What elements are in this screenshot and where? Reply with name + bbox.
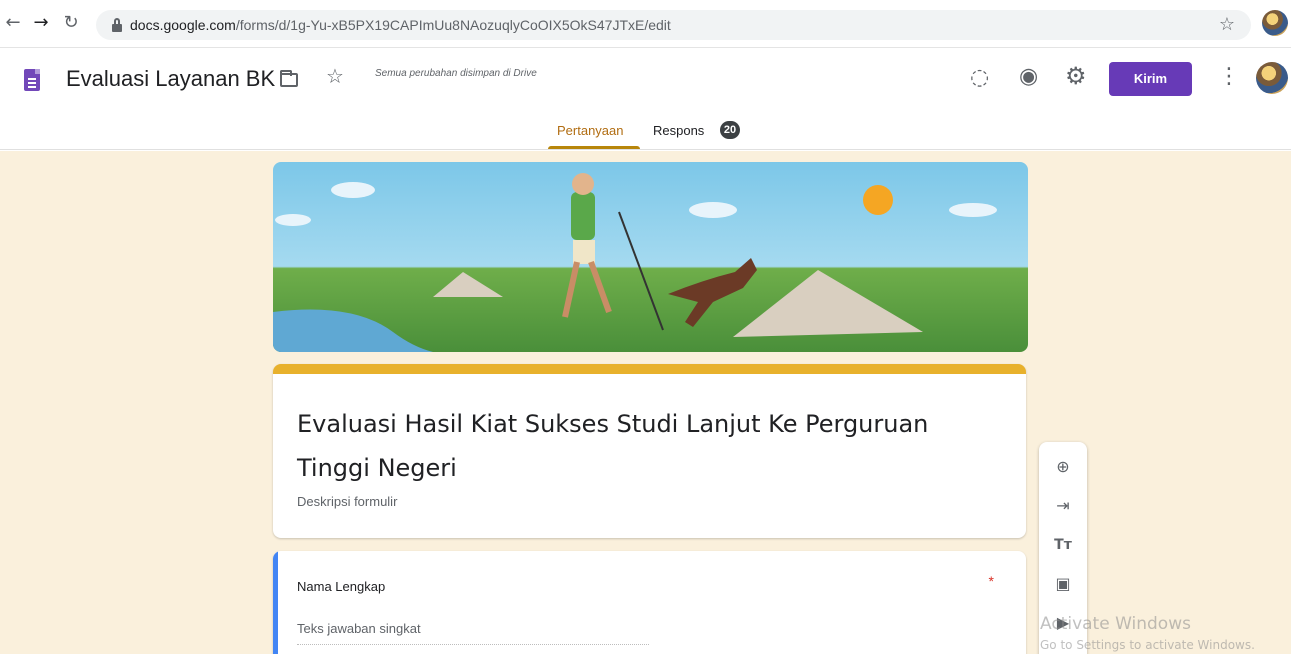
tab-responses[interactable]: Respons — [653, 123, 704, 138]
add-question-icon[interactable]: ⊕ — [1051, 455, 1075, 479]
account-avatar[interactable] — [1256, 62, 1288, 94]
responses-count-badge: 20 — [720, 121, 740, 139]
cloud-shape — [949, 203, 997, 217]
banner-illustration — [273, 173, 997, 352]
forms-header: Evaluasi Layanan BK ☆ Semua perubahan di… — [0, 48, 1291, 150]
folder-icon[interactable] — [280, 70, 298, 87]
browser-profile-avatar[interactable] — [1262, 10, 1288, 36]
forms-logo-icon[interactable] — [24, 69, 40, 91]
browser-toolbar: ← → ↻ docs.google.com/forms/d/1g-Yu-xB5P… — [0, 0, 1291, 48]
mountain-shape — [433, 272, 503, 297]
forward-icon[interactable]: → — [30, 12, 52, 34]
active-tab-indicator — [548, 146, 640, 149]
lock-icon — [112, 18, 122, 32]
import-questions-icon[interactable]: ⇥ — [1051, 494, 1075, 518]
add-image-icon[interactable]: ▣ — [1051, 572, 1075, 596]
short-answer-placeholder: Teks jawaban singkat — [297, 621, 649, 645]
mountain-shape — [733, 270, 923, 337]
reload-icon[interactable]: ↻ — [60, 12, 82, 34]
form-canvas: Evaluasi Hasil Kiat Sukses Studi Lanjut … — [0, 151, 1291, 654]
url-path: /forms/d/1g-Yu-xB5PX19CAPImUu8NAozuqlyCo… — [235, 17, 671, 33]
hiker-leg — [562, 261, 580, 318]
address-bar[interactable]: docs.google.com/forms/d/1g-Yu-xB5PX19CAP… — [96, 10, 1251, 40]
cloud-shape — [275, 214, 311, 226]
star-icon[interactable]: ☆ — [326, 64, 344, 88]
watermark-line-1: Activate Windows — [1040, 614, 1191, 634]
cloud-shape — [331, 182, 375, 198]
document-title[interactable]: Evaluasi Layanan BK — [66, 66, 275, 92]
windows-activation-watermark: Activate Windows Go to Settings to activ… — [1040, 614, 1255, 652]
required-asterisk: * — [988, 573, 994, 589]
form-title-card[interactable]: Evaluasi Hasil Kiat Sukses Studi Lanjut … — [273, 364, 1026, 538]
sun-shape — [863, 185, 893, 215]
header-banner-image — [273, 162, 1028, 352]
tab-questions[interactable]: Pertanyaan — [557, 123, 624, 138]
hiker-shorts — [573, 240, 595, 264]
send-button[interactable]: Kirim — [1109, 62, 1192, 96]
watermark-line-2: Go to Settings to activate Windows. — [1040, 638, 1255, 652]
question-title[interactable]: Nama Lengkap — [297, 579, 385, 594]
walking-stick — [618, 211, 664, 331]
url-text[interactable]: docs.google.com/forms/d/1g-Yu-xB5PX19CAP… — [130, 17, 671, 33]
settings-icon[interactable]: ⚙ — [1065, 62, 1087, 90]
url-host: docs.google.com — [130, 17, 236, 33]
form-title[interactable]: Evaluasi Hasil Kiat Sukses Studi Lanjut … — [297, 402, 997, 490]
question-card[interactable]: Nama Lengkap * Teks jawaban singkat — [273, 551, 1026, 654]
hiker-leg — [588, 260, 612, 314]
bookmark-star-icon[interactable]: ☆ — [1219, 14, 1235, 35]
save-status: Semua perubahan disimpan di Drive — [375, 68, 537, 79]
add-title-icon[interactable]: Tт — [1051, 533, 1075, 557]
palette-icon[interactable]: ◌ — [970, 65, 989, 90]
river-shape — [273, 309, 473, 352]
dog-shape — [668, 258, 757, 327]
form-description-field[interactable]: Deskripsi formulir — [297, 494, 397, 509]
cloud-shape — [689, 202, 737, 218]
question-focus-bar — [273, 551, 278, 654]
more-vert-icon[interactable]: ⋮ — [1218, 64, 1240, 89]
hiker-head — [572, 173, 594, 195]
hiker-shirt — [571, 192, 595, 240]
eye-icon[interactable]: ◉ — [1019, 64, 1038, 89]
back-icon[interactable]: ← — [2, 12, 24, 34]
